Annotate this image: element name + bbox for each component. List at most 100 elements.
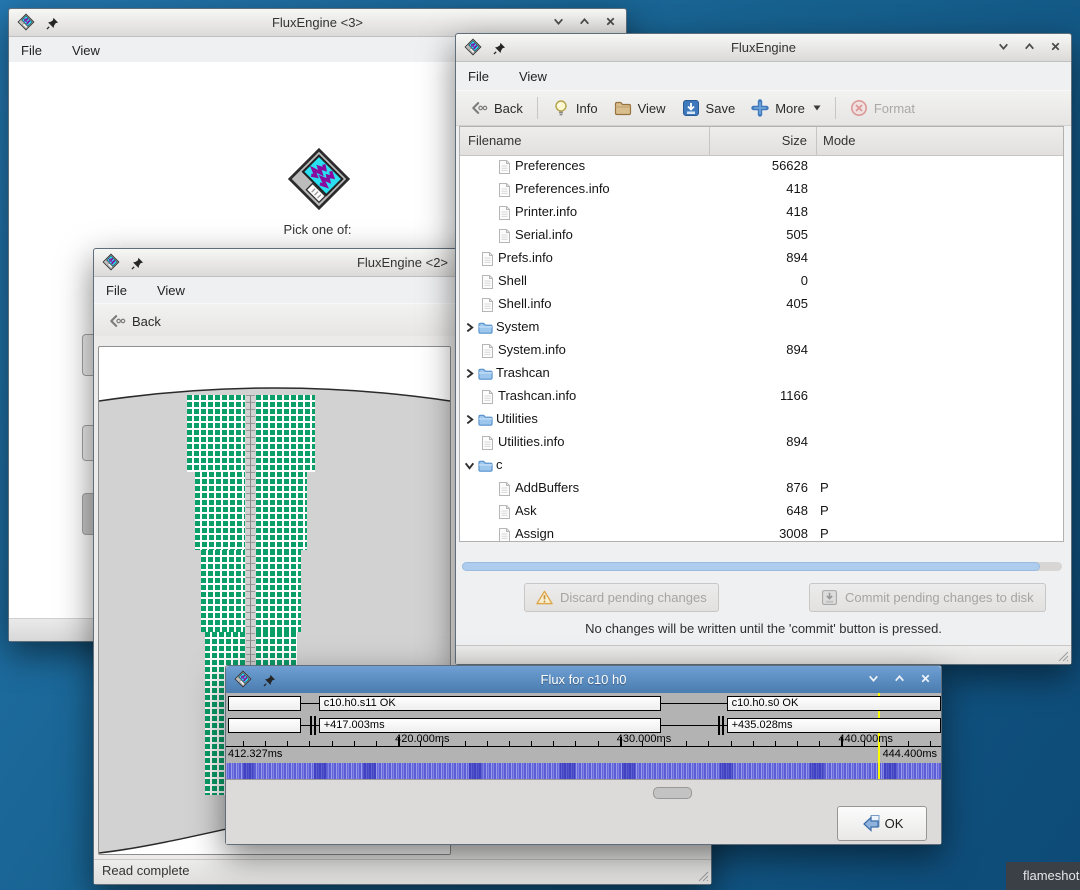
titlebar[interactable]: Flux for c10 h0 <box>226 666 941 694</box>
ok-button[interactable]: OK <box>837 806 927 841</box>
menu-item-view[interactable]: View <box>519 69 547 84</box>
resize-grip-icon[interactable] <box>697 870 709 882</box>
table-row[interactable]: Ask648P <box>460 500 1063 523</box>
menu-item-file[interactable]: File <box>21 43 42 58</box>
commit-changes-button[interactable]: Commit pending changes to disk <box>809 583 1046 612</box>
minimize-button[interactable] <box>867 672 880 685</box>
tool-label: View <box>638 101 666 116</box>
file-name: Shell.info <box>498 296 551 311</box>
tool-label: Format <box>874 101 915 116</box>
table-row[interactable]: Assign3008P <box>460 523 1063 541</box>
chevron-down-icon[interactable] <box>464 460 475 471</box>
table-row[interactable]: Shell0 <box>460 270 1063 293</box>
sector-box-label: c10.h0.s0 OK <box>732 697 799 709</box>
save-button[interactable]: Save <box>674 94 744 122</box>
folder-icon <box>478 320 493 336</box>
maximize-button[interactable] <box>578 15 591 28</box>
table-rows: Preferences56628Preferences.info418Print… <box>460 155 1063 541</box>
menu-item-file[interactable]: File <box>106 283 127 298</box>
table-row[interactable]: Printer.info418 <box>460 201 1063 224</box>
file-icon <box>497 504 512 520</box>
dense-flux-region <box>560 763 576 779</box>
maximize-button[interactable] <box>1023 40 1036 53</box>
more-icon <box>751 99 769 117</box>
minor-tick <box>487 741 488 746</box>
close-button[interactable] <box>919 672 932 685</box>
view-button[interactable]: View <box>606 94 674 122</box>
file-name: System.info <box>498 342 566 357</box>
file-icon <box>497 182 512 198</box>
flux-density-band <box>226 763 941 779</box>
table-row[interactable]: Trashcan.info1166 <box>460 385 1063 408</box>
minor-tick <box>575 741 576 746</box>
commit-disk-icon <box>821 589 838 606</box>
minimize-button[interactable] <box>552 15 565 28</box>
minor-tick <box>309 741 310 746</box>
close-button[interactable] <box>1049 40 1062 53</box>
table-row[interactable]: Prefs.info894 <box>460 247 1063 270</box>
dense-flux-region <box>363 763 376 779</box>
commit-label: Commit pending changes to disk <box>845 590 1034 605</box>
flux-plot[interactable]: c10.h0.s11 OKc10.h0.s0 OK+417.003ms+435.… <box>226 693 941 779</box>
table-row[interactable]: AddBuffers876P <box>460 477 1063 500</box>
axis-tick-label: 430.000ms <box>617 733 671 745</box>
table-row[interactable]: c <box>460 454 1063 477</box>
table-row[interactable]: Utilities <box>460 408 1063 431</box>
sector-box: c10.h0.s11 OK <box>319 696 661 711</box>
folder-icon <box>478 458 493 474</box>
chevron-right-icon[interactable] <box>464 322 475 333</box>
format-button: Format <box>842 94 923 122</box>
menu-item-file[interactable]: File <box>468 69 489 84</box>
resize-grip-icon[interactable] <box>1057 650 1069 662</box>
scrollbar-thumb[interactable] <box>462 562 1040 571</box>
file-icon <box>497 159 512 175</box>
minor-tick <box>708 741 709 746</box>
chevron-right-icon[interactable] <box>464 414 475 425</box>
minimize-button[interactable] <box>997 40 1010 53</box>
back-icon <box>470 99 488 117</box>
column-header-filename[interactable]: Filename <box>460 127 710 155</box>
file-name: Preferences.info <box>515 181 610 196</box>
time-axis <box>226 746 941 747</box>
dropdown-arrow-icon[interactable] <box>813 105 821 111</box>
table-row[interactable]: System <box>460 316 1063 339</box>
menu-item-view[interactable]: View <box>157 283 185 298</box>
file-icon <box>497 527 512 541</box>
back-button[interactable]: Back <box>462 94 531 122</box>
horizontal-scrollbar[interactable] <box>462 562 1062 571</box>
minor-tick <box>531 741 532 746</box>
table-row[interactable]: System.info894 <box>460 339 1063 362</box>
minor-tick <box>598 741 599 746</box>
back-button[interactable]: Back <box>100 307 169 335</box>
table-row[interactable]: Trashcan <box>460 362 1063 385</box>
disk-sector-blocks <box>187 395 245 472</box>
maximize-button[interactable] <box>893 672 906 685</box>
file-icon <box>480 251 495 267</box>
file-icon <box>497 205 512 221</box>
format-icon <box>850 99 868 117</box>
table-row[interactable]: Serial.info505 <box>460 224 1063 247</box>
menu-item-view[interactable]: View <box>72 43 100 58</box>
tool-label: Info <box>576 101 598 116</box>
info-button[interactable]: Info <box>544 94 606 122</box>
table-row[interactable]: Preferences.info418 <box>460 178 1063 201</box>
table-row[interactable]: Utilities.info894 <box>460 431 1063 454</box>
table-row[interactable]: Shell.info 405 <box>460 293 1063 316</box>
file-mode: P <box>820 526 829 541</box>
table-header[interactable]: Filename Size Mode <box>460 127 1063 156</box>
discard-changes-button[interactable]: Discard pending changes <box>524 583 719 612</box>
minor-tick <box>376 741 377 746</box>
file-size: 405 <box>710 296 808 311</box>
file-name: Printer.info <box>515 204 577 219</box>
titlebar[interactable]: FluxEngine <box>456 34 1071 62</box>
file-icon <box>480 297 495 313</box>
column-header-size[interactable]: Size <box>710 127 817 155</box>
table-row[interactable]: Preferences56628 <box>460 155 1063 178</box>
more-button[interactable]: More <box>743 94 829 122</box>
folder-icon <box>478 366 493 382</box>
close-button[interactable] <box>604 15 617 28</box>
column-header-mode[interactable]: Mode <box>817 127 1063 155</box>
scrollbar-thumb[interactable] <box>653 787 692 799</box>
view-icon <box>614 99 632 117</box>
chevron-right-icon[interactable] <box>464 368 475 379</box>
